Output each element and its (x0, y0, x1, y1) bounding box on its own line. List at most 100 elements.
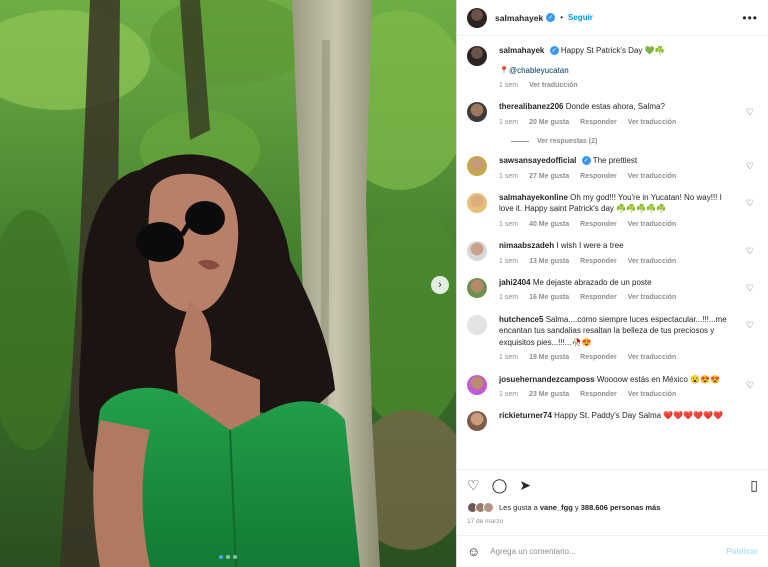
commenter-avatar[interactable] (467, 241, 487, 262)
translate-link[interactable]: Ver traducción (628, 172, 677, 182)
post-date: 17 de marzo (467, 518, 504, 525)
likes-count[interactable]: 388.606 personas más (581, 503, 661, 512)
comment-body: jahi2404 Me dejaste abrazado de un poste… (499, 277, 758, 304)
commenter-username[interactable]: rickieturner74 (499, 411, 552, 420)
comment-icon[interactable]: ◯ (492, 478, 508, 492)
photo-illustration (0, 0, 456, 567)
author-avatar[interactable] (467, 7, 487, 28)
comments-list[interactable]: salmahayek ✓ Happy St Patrick's Day 💚☘️ … (457, 37, 768, 469)
comment-likes-count[interactable]: 19 Me gusta (529, 353, 569, 363)
author-username[interactable]: salmahayek (495, 13, 543, 23)
reply-button[interactable]: Responder (580, 220, 617, 230)
likes-prefix: Les gusta a (499, 503, 538, 512)
comment-text: Happy St. Paddy's Day Salma ❤️❤️❤️❤️❤️❤️ (554, 411, 724, 421)
more-options-icon[interactable]: ••• (742, 11, 758, 25)
bookmark-icon[interactable]: ▯ (750, 478, 758, 492)
translate-link[interactable]: Ver traducción (628, 293, 677, 303)
comment-likes-count[interactable]: 16 Me gusta (529, 293, 569, 303)
translate-link[interactable]: Ver traducción (628, 390, 677, 400)
header-separator: • (560, 13, 564, 22)
translate-link[interactable]: Ver traducción (628, 257, 677, 267)
comment-text: Donde estas ahora, Salma? (565, 102, 665, 112)
verified-badge-icon: ✓ (549, 46, 559, 56)
commenter-avatar[interactable] (467, 411, 487, 432)
commenter-username[interactable]: jahi2404 (499, 278, 531, 287)
reply-button[interactable]: Responder (580, 390, 617, 400)
verified-badge-icon: ✓ (546, 13, 556, 22)
reply-button[interactable]: Responder (580, 293, 617, 303)
carousel-dots (0, 555, 456, 559)
comment-like-heart-icon[interactable]: ♡ (746, 283, 754, 294)
translate-link[interactable]: Ver traducción (628, 220, 677, 230)
comment-body: sawsansayedofficial ✓ The prettiest 1 se… (499, 155, 758, 182)
location-tag[interactable]: 📍@chableyucatan (499, 65, 738, 77)
comment-time: 1 sem (499, 391, 519, 399)
caption: salmahayek ✓ Happy St Patrick's Day 💚☘️ … (467, 45, 758, 91)
comment-input[interactable] (490, 547, 727, 556)
comment-text: Woooow estás en México 😮😍😍 (596, 374, 720, 384)
heart-icon[interactable]: ♡ (467, 478, 480, 492)
translate-link[interactable]: Ver traducción (628, 118, 677, 128)
instagram-post: › salmahayek ✓ • Seguir ••• salmahayek ✓… (0, 0, 768, 567)
author-avatar[interactable] (467, 46, 487, 66)
commenter-avatar[interactable] (467, 374, 487, 395)
comment-like-heart-icon[interactable]: ♡ (746, 320, 754, 331)
reply-button[interactable]: Responder (580, 118, 617, 128)
caption-body: salmahayek ✓ Happy St Patrick's Day 💚☘️ … (499, 45, 758, 91)
post-comment-button[interactable]: Publicar (726, 547, 758, 556)
comment-like-heart-icon[interactable]: ♡ (746, 380, 754, 391)
commenter-username[interactable]: hutchence5 (499, 315, 543, 324)
commenter-username[interactable]: therealibanez206 (499, 102, 563, 111)
caption-translate-link[interactable]: Ver traducción (529, 81, 578, 91)
commenter-avatar[interactable] (467, 192, 487, 213)
share-icon[interactable]: ➤ (519, 478, 531, 492)
comment-body: therealibanez206 Donde estas ahora, Salm… (499, 101, 758, 128)
comment-item: rickieturner74 Happy St. Paddy's Day Sal… (467, 410, 758, 432)
commenter-username[interactable]: salmahayekonline (499, 193, 568, 202)
commenter-avatar[interactable] (467, 314, 487, 335)
comment-meta: 1 sem 16 Me gusta Responder Ver traducci… (499, 293, 738, 303)
commenter-username[interactable]: josuehernandezcamposs (499, 375, 595, 384)
view-replies-button[interactable]: Ver respuestas (2) (511, 138, 758, 145)
reply-button[interactable]: Responder (580, 353, 617, 363)
translate-link[interactable]: Ver traducción (628, 353, 677, 363)
comment-likes-count[interactable]: 27 Me gusta (529, 172, 569, 182)
commenter-username[interactable]: nimaabszadeh (499, 241, 554, 250)
commenter-username[interactable]: sawsansayedofficial (499, 156, 576, 165)
comment-meta: 1 sem 23 Me gusta Responder Ver traducci… (499, 390, 738, 400)
comment-body: nimaabszadeh I wish I were a tree 1 sem … (499, 240, 758, 267)
action-bar: ♡ ◯ ➤ ▯ (467, 476, 758, 494)
comment-likes-count[interactable]: 20 Me gusta (529, 118, 569, 128)
emoji-icon[interactable]: ☺ (467, 544, 480, 559)
comment-like-heart-icon[interactable]: ♡ (746, 161, 754, 172)
comment-time: 1 sem (499, 354, 519, 362)
likes-summary[interactable]: Les gusta a vane_fgg y 388.606 personas … (467, 502, 758, 513)
caption-time: 1 sem (499, 82, 519, 90)
comment-item: hutchence5 Salma....como siempre luces e… (467, 314, 758, 364)
comment-time: 1 sem (499, 257, 519, 265)
commenter-avatar[interactable] (467, 277, 487, 298)
comment-like-heart-icon[interactable]: ♡ (746, 246, 754, 257)
verified-badge-icon: ✓ (581, 156, 591, 166)
comment-meta: 1 sem 40 Me gusta Responder Ver traducci… (499, 220, 738, 230)
comment-likes-count[interactable]: 13 Me gusta (529, 257, 569, 267)
chevron-right-icon: › (438, 279, 442, 291)
comment-likes-count[interactable]: 23 Me gusta (529, 390, 569, 400)
reply-button[interactable]: Responder (580, 257, 617, 267)
reply-button[interactable]: Responder (580, 172, 617, 182)
comment-composer: ☺ Publicar (457, 535, 768, 567)
likes-user[interactable]: vane_fgg (540, 503, 573, 512)
post-side-panel: salmahayek ✓ • Seguir ••• salmahayek ✓ H… (456, 0, 768, 567)
commenter-avatar[interactable] (467, 102, 487, 123)
carousel-dot (226, 555, 230, 559)
comment-like-heart-icon[interactable]: ♡ (746, 107, 754, 118)
comment-item: therealibanez206 Donde estas ahora, Salm… (467, 101, 758, 128)
likes-middle: y (574, 503, 579, 512)
comment-likes-count[interactable]: 40 Me gusta (529, 220, 569, 230)
comment-like-heart-icon[interactable]: ♡ (746, 198, 754, 209)
commenter-avatar[interactable] (467, 156, 487, 177)
caption-username[interactable]: salmahayek (499, 46, 544, 55)
carousel-next-button[interactable]: › (431, 276, 449, 294)
post-photo[interactable]: › (0, 0, 456, 567)
follow-button[interactable]: Seguir (568, 13, 593, 22)
